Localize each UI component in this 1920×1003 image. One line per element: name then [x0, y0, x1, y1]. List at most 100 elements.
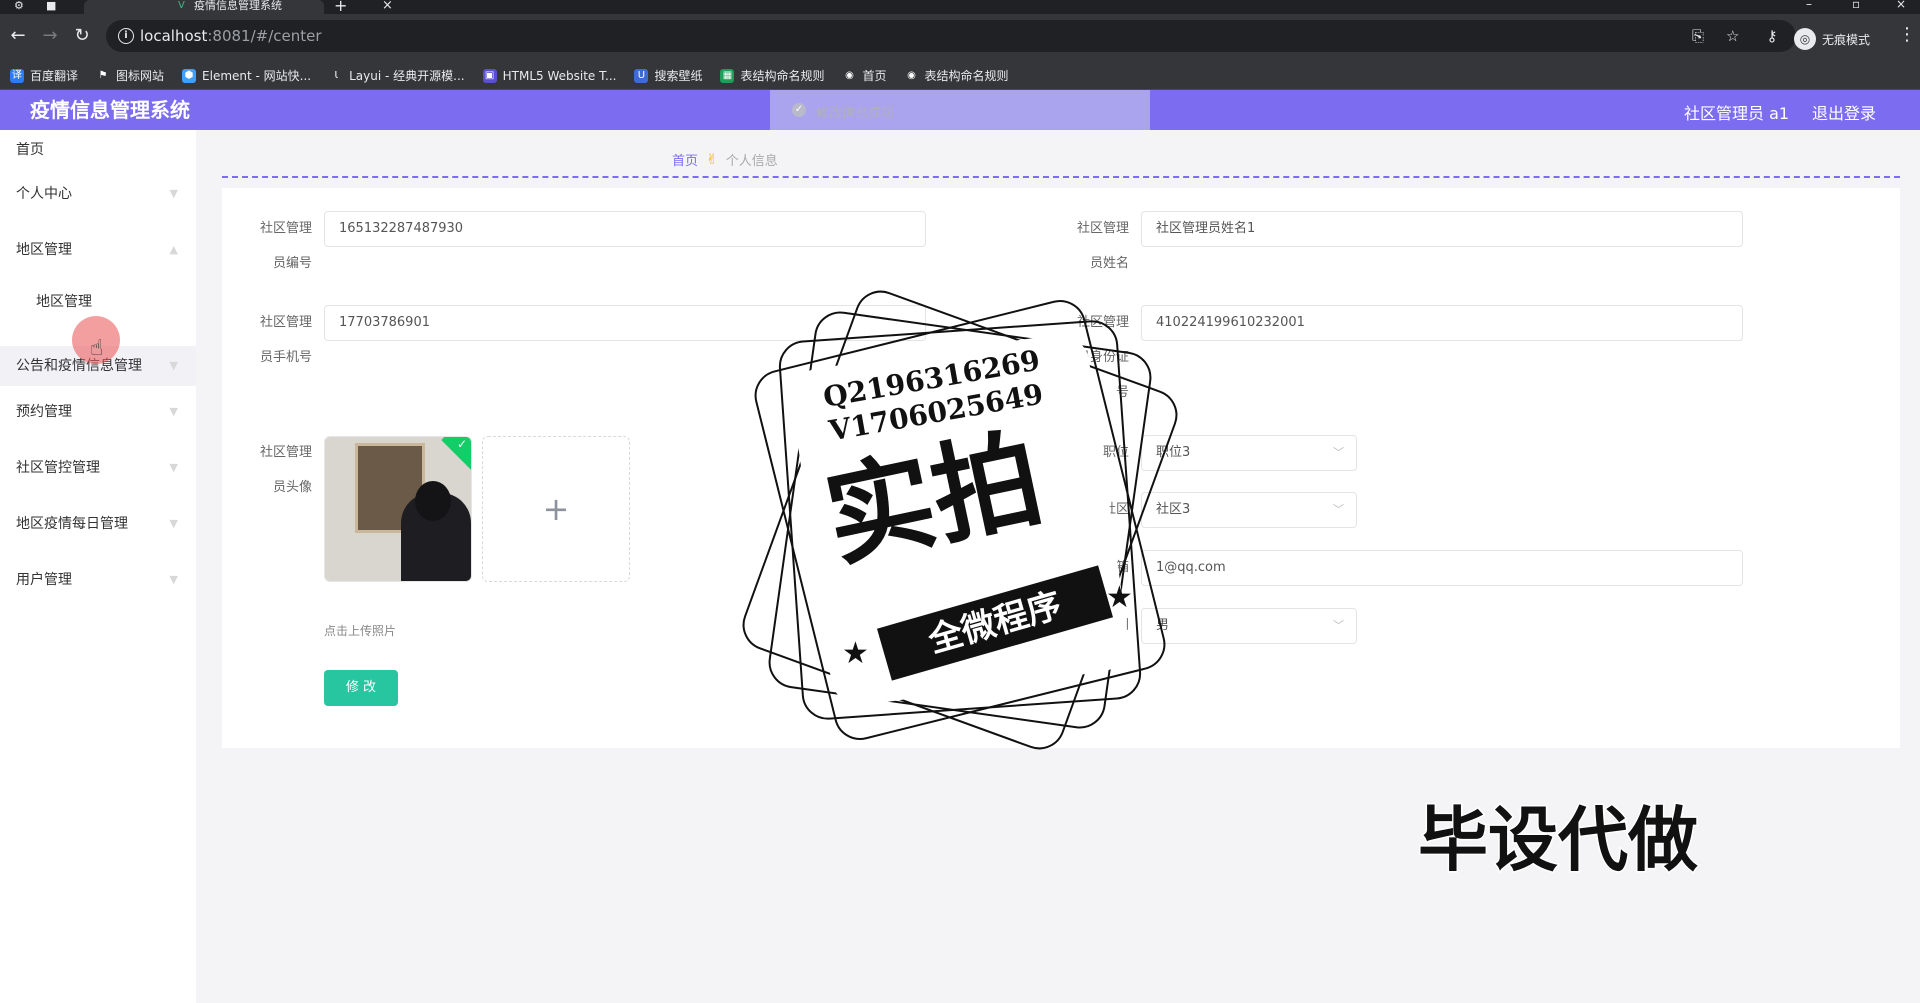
bookmark-star-icon[interactable]: ☆: [1726, 26, 1739, 46]
toast-message: 修改信息成功: [816, 106, 895, 121]
incognito-label: 无痕模式: [1822, 32, 1871, 47]
bookmark-favicon-icon: ▦: [720, 68, 735, 83]
sidebar-item-profile[interactable]: 个人中心 ▼: [0, 174, 196, 214]
tab-title: 疫情信息管理系统: [194, 0, 282, 12]
incognito-indicator[interactable]: ◎ 无痕模式: [1794, 28, 1870, 50]
id-label-line1: 社区管理: [259, 221, 312, 236]
breadcrumb-current: 个人信息: [725, 154, 778, 169]
bookmark-item[interactable]: ⬢ Element - 网站快...: [182, 67, 311, 84]
chevron-down-icon: ﹀: [1333, 503, 1344, 516]
site-info-icon[interactable]: i: [118, 28, 134, 44]
bookmark-item[interactable]: ◉ 表结构命名规则: [904, 67, 1009, 84]
phone-label-line1: 社区管理: [259, 315, 312, 330]
upload-hint: 点击上传照片: [324, 624, 397, 638]
bookmark-label: 百度翻译: [30, 69, 79, 83]
browser-tab-bar: ⚙ ■ V 疫情信息管理系统 × + – ▫ ×: [0, 0, 1920, 14]
incognito-icon: ◎: [1794, 28, 1816, 50]
bookmark-item[interactable]: ▣ HTML5 Website T...: [482, 68, 617, 83]
upload-avatar-button[interactable]: +: [482, 436, 630, 582]
sidebar-item-appointment[interactable]: 预约管理 ▼: [0, 392, 196, 432]
close-window-icon[interactable]: ×: [1896, 0, 1906, 11]
success-icon: ✓: [792, 103, 806, 117]
chevron-up-icon: ▲: [169, 243, 178, 256]
bookmark-favicon-icon: Ɩ: [329, 68, 344, 83]
reload-icon[interactable]: ↻: [70, 24, 94, 48]
plus-icon: +: [542, 490, 570, 528]
current-user: 社区管理员 a1: [1684, 104, 1790, 123]
bookmark-item[interactable]: ⚑ 图标网站: [96, 67, 164, 84]
bookmark-label: 图标网站: [116, 69, 165, 83]
breadcrumb-separator-icon: ✌: [706, 151, 718, 168]
avatar-label-line1: 社区管理: [259, 445, 312, 460]
success-toast: ✓ 修改信息成功: [770, 90, 1150, 130]
bookmark-item[interactable]: 译百度翻译: [10, 67, 78, 84]
bookmark-item[interactable]: U 搜索壁纸: [634, 67, 702, 84]
avatar-photo-head: [415, 481, 451, 521]
bookmark-item[interactable]: ▦ 表结构命名规则: [720, 67, 824, 84]
tab-search-icon[interactable]: ■: [46, 0, 60, 12]
check-icon: ✓: [456, 437, 467, 451]
bookmark-item[interactable]: ◉ 首页: [842, 67, 887, 84]
chevron-down-icon: ▼: [169, 359, 178, 372]
chevron-down-icon: ▼: [169, 517, 178, 530]
idcard-input[interactable]: 410224199610232001: [1141, 305, 1743, 341]
avatar-image[interactable]: ✓: [324, 436, 472, 582]
bookmark-favicon-icon: 译: [10, 68, 24, 83]
translate-icon[interactable]: ⎘: [1692, 26, 1704, 46]
name-label-line1: 社区管理: [1076, 221, 1129, 236]
bookmark-label: 搜索壁纸: [654, 69, 703, 83]
key-icon[interactable]: ⚷: [1760, 24, 1784, 48]
bookmark-label: Element - 网站快...: [202, 69, 312, 83]
bookmark-label: 首页: [862, 69, 887, 83]
bookmark-label: 表结构命名规则: [740, 69, 825, 83]
sidebar-item-region-management[interactable]: 地区管理 ▲: [0, 230, 196, 270]
chevron-down-icon: ﹀: [1333, 619, 1344, 632]
chevron-down-icon: ﹀: [1333, 446, 1344, 459]
sidebar-item-home[interactable]: 首页: [0, 130, 196, 170]
bookmark-favicon-icon: U: [634, 68, 649, 83]
admin-id-input[interactable]: 165132287487930: [324, 211, 926, 247]
chevron-down-icon: ▼: [169, 461, 178, 474]
bookmark-favicon-icon: ▣: [482, 68, 497, 83]
browser-menu-icon[interactable]: ⚙: [14, 0, 28, 12]
logout-button[interactable]: 退出登录: [1812, 100, 1876, 124]
bookmark-label: HTML5 Website T...: [502, 68, 617, 83]
back-icon[interactable]: ←: [6, 24, 30, 48]
bookmark-favicon-icon: ◉: [904, 68, 919, 83]
sidebar: 首页 个人中心 ▼ 地区管理 ▲ 地区管理 公告和疫情信息管理 ▼ 预约管理 ▼ 社区管…: [0, 130, 196, 1003]
bookmark-favicon-icon: ⚑: [96, 68, 111, 83]
id-label-line2: 员编号: [272, 256, 312, 271]
restore-icon[interactable]: ▫: [1852, 0, 1860, 11]
app-header: 疫情信息管理系统 ✓ 修改信息成功 社区管理员 a1 退出登录: [0, 90, 1920, 130]
bookmark-item[interactable]: Ɩ Layui - 经典开源模...: [329, 67, 465, 84]
sidebar-item-daily-epidemic[interactable]: 地区疫情每日管理 ▼: [0, 504, 196, 544]
phone-label-line2: 员手机号: [259, 350, 312, 365]
app-title: 疫情信息管理系统: [30, 98, 190, 122]
sidebar-item-community-control[interactable]: 社区管控管理 ▼: [0, 448, 196, 488]
more-menu-icon[interactable]: ⋮: [1898, 24, 1916, 45]
breadcrumb: 首页 ✌ 个人信息: [672, 150, 778, 170]
minimize-icon[interactable]: –: [1806, 0, 1812, 11]
bookmark-favicon-icon: ◉: [842, 68, 857, 83]
tab-close-icon[interactable]: ×: [382, 0, 393, 13]
chevron-down-icon: ▼: [169, 573, 178, 586]
breadcrumb-home[interactable]: 首页: [672, 150, 698, 169]
name-label-line2: 员姓名: [1089, 256, 1129, 271]
forward-icon[interactable]: →: [38, 24, 62, 48]
watermark-stamp: Q2196316269 V1706025649 实拍 全微程序 ★ ★: [730, 283, 1190, 760]
breadcrumb-divider: [222, 176, 1900, 178]
hand-cursor-icon: ☝: [90, 336, 104, 361]
email-input[interactable]: 1@qq.com: [1141, 550, 1743, 586]
corner-watermark: 毕设代做: [1417, 799, 1700, 882]
vue-icon: V: [178, 0, 185, 11]
url-input[interactable]: i localhost:8081/#/center ⎘ ☆: [106, 20, 1796, 52]
star-icon: ★: [842, 636, 869, 671]
avatar-label-line2: 员头像: [272, 480, 312, 495]
submit-button[interactable]: 修 改: [324, 670, 398, 706]
bookmarks-bar: 译百度翻译 ⚑ 图标网站 ⬢ Element - 网站快... Ɩ Layui - 经典开源…: [0, 62, 1920, 90]
sidebar-item-users[interactable]: 用户管理 ▼: [0, 560, 196, 600]
admin-name-input[interactable]: 社区管理员姓名1: [1141, 211, 1743, 247]
bookmark-label: Layui - 经典开源模...: [349, 69, 465, 83]
new-tab-icon[interactable]: +: [334, 0, 347, 14]
browser-tab[interactable]: V 疫情信息管理系统 ×: [84, 0, 393, 14]
